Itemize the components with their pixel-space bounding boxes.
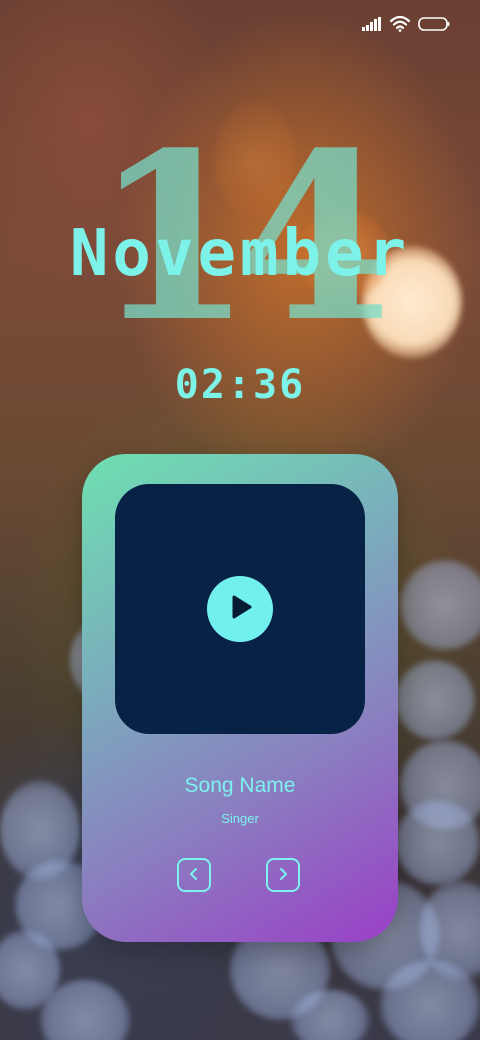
previous-track-button[interactable]: [177, 858, 211, 892]
album-art: [115, 484, 365, 734]
play-button[interactable]: [207, 576, 273, 642]
chevron-right-icon: [276, 866, 290, 885]
music-player-widget: Song Name Singer: [82, 454, 398, 942]
next-track-button[interactable]: [266, 858, 300, 892]
singer-name: Singer: [221, 811, 259, 826]
status-bar: [362, 16, 450, 32]
clock-time: 02:36: [174, 362, 306, 408]
signal-icon: [362, 17, 382, 31]
month-label: November: [69, 217, 411, 291]
play-icon: [225, 592, 255, 626]
wifi-icon: [390, 16, 410, 32]
song-name: Song Name: [184, 774, 296, 797]
battery-icon: [418, 17, 450, 31]
chevron-left-icon: [187, 866, 201, 885]
